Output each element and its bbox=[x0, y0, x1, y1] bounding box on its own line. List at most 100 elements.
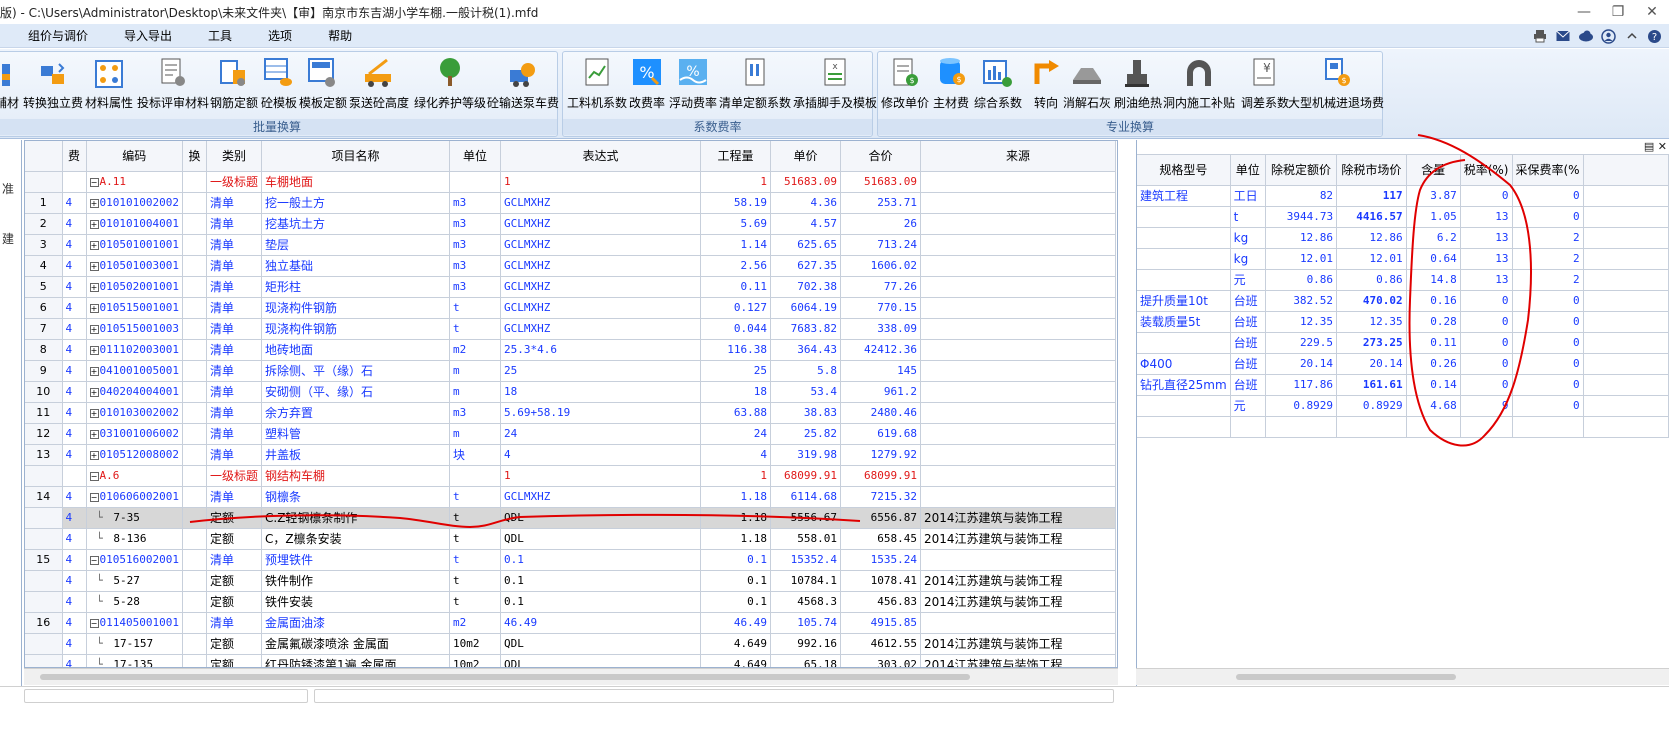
unit-price-cell[interactable]: 364.43 bbox=[770, 339, 841, 361]
header-total[interactable]: 合价 bbox=[840, 141, 921, 172]
concrete-pump-fee-button[interactable]: 砼输送泵车费 bbox=[487, 54, 559, 118]
fee-cell[interactable] bbox=[62, 465, 87, 487]
fee-cell[interactable]: 4 bbox=[62, 612, 87, 634]
detail-row-empty[interactable] bbox=[1137, 416, 1669, 438]
fee-cell[interactable]: 4 bbox=[62, 234, 87, 256]
detail-row[interactable]: 装载质量5t 台班 12.35 12.35 0.28 0 0 bbox=[1137, 311, 1669, 333]
menu-pricing[interactable]: 组价与调价 bbox=[0, 24, 106, 48]
help-icon[interactable]: ? bbox=[1646, 28, 1663, 45]
composite-coef-button[interactable]: 综合系数 bbox=[974, 54, 1022, 118]
unit-price-cell[interactable]: 319.98 bbox=[770, 444, 841, 466]
main-hscrollbar[interactable] bbox=[24, 668, 1118, 685]
detail-header-market-price[interactable]: 除税市场价 bbox=[1336, 155, 1407, 186]
fee-cell[interactable]: 4 bbox=[62, 381, 87, 403]
expand-icon[interactable]: + bbox=[89, 198, 99, 208]
detail-row[interactable]: 钻孔直径25mm 台班 117.86 161.61 0.14 0 0 bbox=[1137, 374, 1669, 396]
collapse-icon[interactable]: − bbox=[89, 618, 99, 628]
procurement-rate-cell[interactable]: 2 bbox=[1512, 269, 1584, 291]
header-fee[interactable]: 费 bbox=[62, 141, 87, 172]
swap-cell[interactable] bbox=[182, 654, 207, 667]
unit-cell[interactable]: t bbox=[449, 297, 501, 319]
swap-cell[interactable] bbox=[182, 297, 207, 319]
table-row[interactable]: 4 4 +010501003001 清单 独立基础 m3 GCLMXHZ 2.56 627.35… bbox=[25, 255, 1116, 277]
fee-cell[interactable]: 4 bbox=[62, 318, 87, 340]
content-cell[interactable]: 6.2 bbox=[1406, 227, 1461, 249]
row-number-cell[interactable] bbox=[25, 528, 63, 550]
content-cell[interactable]: 0.11 bbox=[1406, 332, 1461, 354]
unit-cell[interactable]: m3 bbox=[449, 213, 501, 235]
source-cell[interactable]: 2014江苏建筑与装饰工程 bbox=[920, 507, 1116, 529]
empty-cell[interactable] bbox=[1336, 416, 1407, 438]
row-number-cell[interactable]: 12 bbox=[25, 423, 63, 445]
table-row[interactable]: − A.11 一级标题 车棚地面 1 1 51683.09 51683.09 bbox=[25, 171, 1116, 193]
quantity-cell[interactable]: 24 bbox=[700, 423, 771, 445]
item-name-cell[interactable]: 垫层 bbox=[261, 234, 450, 256]
category-cell[interactable]: 清单 bbox=[206, 444, 263, 466]
formwork-quota-button[interactable]: 模板定额 bbox=[299, 54, 347, 118]
total-cell[interactable]: 1078.41 bbox=[840, 570, 921, 592]
quantity-cell[interactable]: 1.18 bbox=[700, 486, 771, 508]
unit-cell[interactable]: t bbox=[1230, 206, 1266, 228]
code-cell[interactable]: └ 8-136 bbox=[86, 528, 183, 550]
swap-cell[interactable] bbox=[182, 633, 207, 655]
source-cell[interactable] bbox=[920, 339, 1116, 361]
category-cell[interactable]: 一级标题 bbox=[206, 465, 263, 487]
item-name-cell[interactable]: 塑料管 bbox=[261, 423, 450, 445]
swap-cell[interactable] bbox=[182, 171, 207, 193]
detail-row[interactable]: Φ400 台班 20.14 20.14 0.26 0 0 bbox=[1137, 353, 1669, 375]
extra-cell[interactable] bbox=[1583, 290, 1669, 312]
detail-row[interactable]: 元 0.8929 0.8929 4.68 9 0 bbox=[1137, 395, 1669, 417]
procurement-rate-cell[interactable]: 0 bbox=[1512, 185, 1584, 207]
table-row[interactable]: 3 4 +010501001001 清单 垫层 m3 GCLMXHZ 1.14 625.65 71… bbox=[25, 234, 1116, 256]
total-cell[interactable]: 961.2 bbox=[840, 381, 921, 403]
swap-cell[interactable] bbox=[182, 360, 207, 382]
source-cell[interactable] bbox=[920, 423, 1116, 445]
detail-row[interactable]: t 3944.73 4416.57 1.05 13 0 bbox=[1137, 206, 1669, 228]
table-row[interactable]: 4 └ 5-27 定额 铁件制作 t 0.1 0.1 10784.1 1078.41 2014江… bbox=[25, 570, 1116, 592]
unit-price-cell[interactable]: 4568.3 bbox=[770, 591, 841, 613]
total-cell[interactable]: 68099.91 bbox=[840, 465, 921, 487]
collapse-icon[interactable]: − bbox=[89, 471, 99, 481]
extra-cell[interactable] bbox=[1583, 311, 1669, 333]
category-cell[interactable]: 清单 bbox=[206, 234, 263, 256]
tax-rate-cell[interactable]: 9 bbox=[1460, 395, 1513, 417]
menu-options[interactable]: 选项 bbox=[250, 24, 310, 48]
fee-cell[interactable]: 4 bbox=[62, 402, 87, 424]
collapse-ribbon-icon[interactable] bbox=[1623, 28, 1640, 45]
code-cell[interactable]: └ 7-35 bbox=[86, 507, 183, 529]
float-rate-button[interactable]: % 浮动费率 bbox=[669, 54, 717, 118]
category-cell[interactable]: 清单 bbox=[206, 255, 263, 277]
expression-cell[interactable]: GCLMXHZ bbox=[500, 192, 701, 214]
code-cell[interactable]: └ 17-135 bbox=[86, 654, 183, 667]
expression-cell[interactable]: 0.1 bbox=[500, 591, 701, 613]
scaffold-formwork-button[interactable]: x 承插脚手及模板 bbox=[793, 54, 877, 118]
base-price-cell[interactable]: 229.5 bbox=[1265, 332, 1338, 354]
category-cell[interactable]: 定额 bbox=[206, 507, 263, 529]
expression-cell[interactable]: QDL bbox=[500, 633, 701, 655]
unit-cell[interactable]: 台班 bbox=[1230, 290, 1266, 312]
detail-header-spec[interactable]: 规格型号 bbox=[1137, 155, 1231, 186]
unit-cell[interactable]: t bbox=[449, 549, 501, 571]
code-cell[interactable]: +010515001001 bbox=[86, 297, 183, 319]
fee-cell[interactable]: 4 bbox=[62, 192, 87, 214]
unit-cell[interactable]: 10m2 bbox=[449, 633, 501, 655]
spec-cell[interactable]: 提升质量10t bbox=[1137, 290, 1231, 312]
expand-icon[interactable]: + bbox=[89, 429, 99, 439]
expand-icon[interactable]: + bbox=[89, 240, 99, 250]
market-price-cell[interactable]: 0.86 bbox=[1336, 269, 1407, 291]
header-unit-price[interactable]: 单价 bbox=[770, 141, 841, 172]
table-row[interactable]: 1 4 +010101002002 清单 挖一般土方 m3 GCLMXHZ 58.19 4.36… bbox=[25, 192, 1116, 214]
row-number-cell[interactable] bbox=[25, 171, 63, 193]
extra-cell[interactable] bbox=[1583, 185, 1669, 207]
expression-cell[interactable]: 4 bbox=[500, 444, 701, 466]
code-cell[interactable]: +010501001001 bbox=[86, 234, 183, 256]
table-row[interactable]: − A.6 一级标题 钢结构车棚 1 1 68099.91 68099.91 bbox=[25, 465, 1116, 487]
unit-price-cell[interactable]: 105.74 bbox=[770, 612, 841, 634]
quantity-cell[interactable]: 2.56 bbox=[700, 255, 771, 277]
row-number-cell[interactable]: 7 bbox=[25, 318, 63, 340]
unit-price-cell[interactable]: 4.36 bbox=[770, 192, 841, 214]
expression-cell[interactable]: GCLMXHZ bbox=[500, 297, 701, 319]
cloud-icon[interactable] bbox=[1577, 28, 1594, 45]
swap-cell[interactable] bbox=[182, 444, 207, 466]
quantity-cell[interactable]: 25 bbox=[700, 360, 771, 382]
